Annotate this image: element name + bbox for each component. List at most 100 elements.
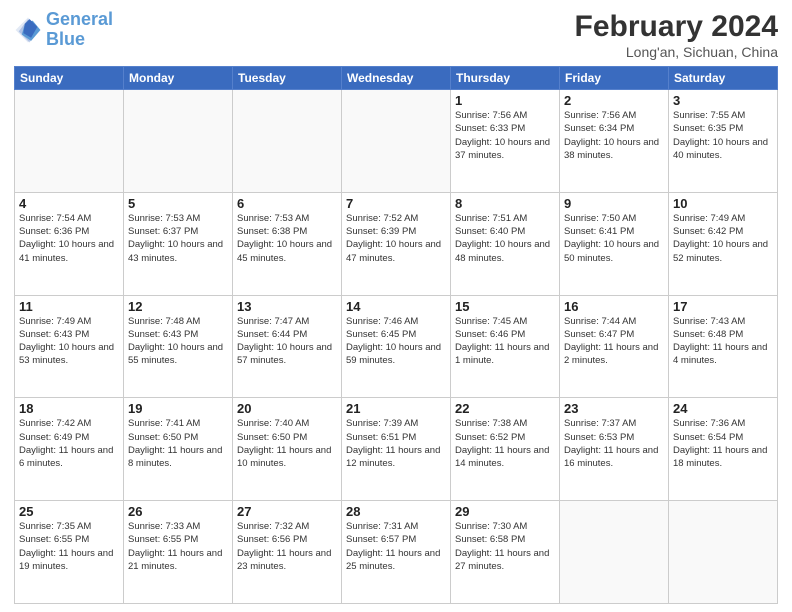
day-number: 20 <box>237 401 337 416</box>
day-number: 1 <box>455 93 555 108</box>
day-info: Sunrise: 7:30 AM Sunset: 6:58 PM Dayligh… <box>455 520 555 573</box>
day-cell: 4Sunrise: 7:54 AM Sunset: 6:36 PM Daylig… <box>15 192 124 295</box>
day-cell: 17Sunrise: 7:43 AM Sunset: 6:48 PM Dayli… <box>669 295 778 398</box>
calendar-table: Sunday Monday Tuesday Wednesday Thursday… <box>14 66 778 604</box>
day-number: 2 <box>564 93 664 108</box>
logo-line2: Blue <box>46 29 85 49</box>
day-info: Sunrise: 7:56 AM Sunset: 6:34 PM Dayligh… <box>564 109 664 162</box>
day-number: 22 <box>455 401 555 416</box>
day-cell: 16Sunrise: 7:44 AM Sunset: 6:47 PM Dayli… <box>560 295 669 398</box>
day-cell <box>669 501 778 604</box>
day-info: Sunrise: 7:55 AM Sunset: 6:35 PM Dayligh… <box>673 109 773 162</box>
day-cell: 29Sunrise: 7:30 AM Sunset: 6:58 PM Dayli… <box>451 501 560 604</box>
day-number: 12 <box>128 299 228 314</box>
week-row-2: 11Sunrise: 7:49 AM Sunset: 6:43 PM Dayli… <box>15 295 778 398</box>
day-info: Sunrise: 7:56 AM Sunset: 6:33 PM Dayligh… <box>455 109 555 162</box>
day-cell: 18Sunrise: 7:42 AM Sunset: 6:49 PM Dayli… <box>15 398 124 501</box>
day-info: Sunrise: 7:49 AM Sunset: 6:42 PM Dayligh… <box>673 212 773 265</box>
day-info: Sunrise: 7:37 AM Sunset: 6:53 PM Dayligh… <box>564 417 664 470</box>
day-cell: 26Sunrise: 7:33 AM Sunset: 6:55 PM Dayli… <box>124 501 233 604</box>
day-info: Sunrise: 7:41 AM Sunset: 6:50 PM Dayligh… <box>128 417 228 470</box>
day-info: Sunrise: 7:39 AM Sunset: 6:51 PM Dayligh… <box>346 417 446 470</box>
week-row-0: 1Sunrise: 7:56 AM Sunset: 6:33 PM Daylig… <box>15 90 778 193</box>
day-number: 8 <box>455 196 555 211</box>
day-number: 17 <box>673 299 773 314</box>
day-info: Sunrise: 7:54 AM Sunset: 6:36 PM Dayligh… <box>19 212 119 265</box>
day-cell: 9Sunrise: 7:50 AM Sunset: 6:41 PM Daylig… <box>560 192 669 295</box>
day-info: Sunrise: 7:53 AM Sunset: 6:38 PM Dayligh… <box>237 212 337 265</box>
col-tuesday: Tuesday <box>233 67 342 90</box>
day-cell: 27Sunrise: 7:32 AM Sunset: 6:56 PM Dayli… <box>233 501 342 604</box>
col-sunday: Sunday <box>15 67 124 90</box>
day-cell: 11Sunrise: 7:49 AM Sunset: 6:43 PM Dayli… <box>15 295 124 398</box>
col-monday: Monday <box>124 67 233 90</box>
day-cell <box>233 90 342 193</box>
day-info: Sunrise: 7:47 AM Sunset: 6:44 PM Dayligh… <box>237 315 337 368</box>
weekday-row: Sunday Monday Tuesday Wednesday Thursday… <box>15 67 778 90</box>
day-info: Sunrise: 7:45 AM Sunset: 6:46 PM Dayligh… <box>455 315 555 368</box>
day-cell: 12Sunrise: 7:48 AM Sunset: 6:43 PM Dayli… <box>124 295 233 398</box>
day-number: 4 <box>19 196 119 211</box>
main-title: February 2024 <box>575 10 778 44</box>
day-cell: 5Sunrise: 7:53 AM Sunset: 6:37 PM Daylig… <box>124 192 233 295</box>
day-cell: 22Sunrise: 7:38 AM Sunset: 6:52 PM Dayli… <box>451 398 560 501</box>
day-number: 25 <box>19 504 119 519</box>
title-block: February 2024 Long'an, Sichuan, China <box>575 10 778 60</box>
day-cell: 8Sunrise: 7:51 AM Sunset: 6:40 PM Daylig… <box>451 192 560 295</box>
day-info: Sunrise: 7:33 AM Sunset: 6:55 PM Dayligh… <box>128 520 228 573</box>
day-info: Sunrise: 7:32 AM Sunset: 6:56 PM Dayligh… <box>237 520 337 573</box>
day-info: Sunrise: 7:35 AM Sunset: 6:55 PM Dayligh… <box>19 520 119 573</box>
day-cell: 28Sunrise: 7:31 AM Sunset: 6:57 PM Dayli… <box>342 501 451 604</box>
day-number: 28 <box>346 504 446 519</box>
day-info: Sunrise: 7:43 AM Sunset: 6:48 PM Dayligh… <box>673 315 773 368</box>
day-number: 23 <box>564 401 664 416</box>
day-number: 11 <box>19 299 119 314</box>
day-cell: 7Sunrise: 7:52 AM Sunset: 6:39 PM Daylig… <box>342 192 451 295</box>
day-cell <box>342 90 451 193</box>
week-row-4: 25Sunrise: 7:35 AM Sunset: 6:55 PM Dayli… <box>15 501 778 604</box>
day-number: 7 <box>346 196 446 211</box>
day-number: 26 <box>128 504 228 519</box>
day-cell: 2Sunrise: 7:56 AM Sunset: 6:34 PM Daylig… <box>560 90 669 193</box>
day-info: Sunrise: 7:49 AM Sunset: 6:43 PM Dayligh… <box>19 315 119 368</box>
col-saturday: Saturday <box>669 67 778 90</box>
day-info: Sunrise: 7:46 AM Sunset: 6:45 PM Dayligh… <box>346 315 446 368</box>
day-number: 24 <box>673 401 773 416</box>
day-cell: 10Sunrise: 7:49 AM Sunset: 6:42 PM Dayli… <box>669 192 778 295</box>
day-number: 13 <box>237 299 337 314</box>
day-cell: 23Sunrise: 7:37 AM Sunset: 6:53 PM Dayli… <box>560 398 669 501</box>
day-number: 3 <box>673 93 773 108</box>
day-cell: 25Sunrise: 7:35 AM Sunset: 6:55 PM Dayli… <box>15 501 124 604</box>
day-info: Sunrise: 7:36 AM Sunset: 6:54 PM Dayligh… <box>673 417 773 470</box>
day-number: 19 <box>128 401 228 416</box>
header: General Blue February 2024 Long'an, Sich… <box>14 10 778 60</box>
day-cell: 21Sunrise: 7:39 AM Sunset: 6:51 PM Dayli… <box>342 398 451 501</box>
day-info: Sunrise: 7:31 AM Sunset: 6:57 PM Dayligh… <box>346 520 446 573</box>
day-cell: 14Sunrise: 7:46 AM Sunset: 6:45 PM Dayli… <box>342 295 451 398</box>
logo-text-block: General Blue <box>46 10 113 50</box>
calendar-header: Sunday Monday Tuesday Wednesday Thursday… <box>15 67 778 90</box>
logo-name: General Blue <box>46 10 113 50</box>
day-number: 18 <box>19 401 119 416</box>
day-number: 10 <box>673 196 773 211</box>
day-number: 5 <box>128 196 228 211</box>
col-thursday: Thursday <box>451 67 560 90</box>
day-info: Sunrise: 7:48 AM Sunset: 6:43 PM Dayligh… <box>128 315 228 368</box>
page: General Blue February 2024 Long'an, Sich… <box>0 0 792 612</box>
day-info: Sunrise: 7:44 AM Sunset: 6:47 PM Dayligh… <box>564 315 664 368</box>
day-info: Sunrise: 7:40 AM Sunset: 6:50 PM Dayligh… <box>237 417 337 470</box>
day-cell: 24Sunrise: 7:36 AM Sunset: 6:54 PM Dayli… <box>669 398 778 501</box>
day-cell <box>124 90 233 193</box>
day-number: 16 <box>564 299 664 314</box>
col-friday: Friday <box>560 67 669 90</box>
day-number: 14 <box>346 299 446 314</box>
day-cell: 19Sunrise: 7:41 AM Sunset: 6:50 PM Dayli… <box>124 398 233 501</box>
day-info: Sunrise: 7:38 AM Sunset: 6:52 PM Dayligh… <box>455 417 555 470</box>
day-info: Sunrise: 7:52 AM Sunset: 6:39 PM Dayligh… <box>346 212 446 265</box>
week-row-3: 18Sunrise: 7:42 AM Sunset: 6:49 PM Dayli… <box>15 398 778 501</box>
day-cell: 20Sunrise: 7:40 AM Sunset: 6:50 PM Dayli… <box>233 398 342 501</box>
col-wednesday: Wednesday <box>342 67 451 90</box>
subtitle: Long'an, Sichuan, China <box>575 44 778 60</box>
week-row-1: 4Sunrise: 7:54 AM Sunset: 6:36 PM Daylig… <box>15 192 778 295</box>
day-cell: 15Sunrise: 7:45 AM Sunset: 6:46 PM Dayli… <box>451 295 560 398</box>
